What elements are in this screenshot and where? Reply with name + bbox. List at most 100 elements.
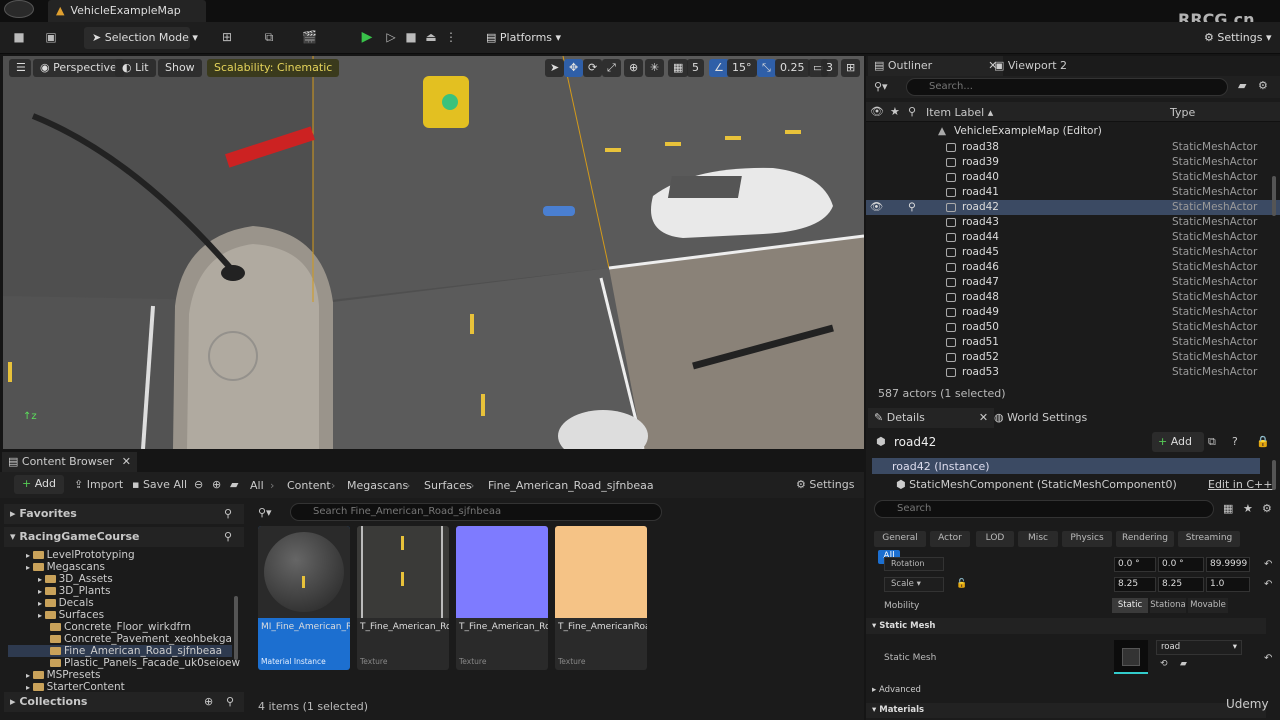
favorite-star-icon[interactable]: ★: [1243, 502, 1253, 515]
folder-tree-item[interactable]: Plastic_Panels_Facade_uk0seioew: [50, 657, 244, 669]
angle-snap-value[interactable]: 15°: [727, 59, 757, 77]
favorites-header[interactable]: ▸ Favorites ⚲: [4, 504, 244, 524]
outliner-row[interactable]: road44 StaticMeshActor: [866, 230, 1280, 245]
asset-search-input[interactable]: Search Fine_American_Road_sjfnbeaa: [290, 503, 662, 521]
expand-icon[interactable]: ▸: [38, 599, 45, 608]
back-icon[interactable]: ⊖: [194, 478, 203, 491]
expand-icon[interactable]: ▸: [38, 611, 45, 620]
outliner-row[interactable]: road38 StaticMeshActor: [866, 140, 1280, 155]
details-scrollbar[interactable]: [1272, 460, 1276, 490]
mobility-static[interactable]: Static: [1112, 598, 1148, 613]
outliner-row[interactable]: road50 StaticMeshActor: [866, 320, 1280, 335]
outliner-row[interactable]: road51 StaticMeshActor: [866, 335, 1280, 350]
lock-icon[interactable]: 🔒: [1256, 435, 1270, 448]
instance-row[interactable]: road42 (Instance): [872, 458, 1260, 474]
settings-icon[interactable]: ⚙: [1258, 79, 1268, 92]
content-icon[interactable]: ▣: [44, 30, 58, 44]
folder-tree-item[interactable]: Fine_American_Road_sjfnbeaa: [8, 645, 232, 657]
platforms-button[interactable]: ▤ Platforms ▾: [478, 27, 562, 49]
folder-tree-item[interactable]: ▸ 3D_Plants: [38, 585, 244, 597]
expand-icon[interactable]: ▸: [26, 671, 33, 680]
more-options-icon[interactable]: ⋮: [444, 30, 458, 44]
outliner-root-row[interactable]: ▲ VehicleExampleMap (Editor): [866, 124, 1280, 139]
add-button[interactable]: + Add: [14, 475, 65, 494]
blueprint-icon[interactable]: ⧉: [262, 30, 276, 44]
expand-icon[interactable]: ▸: [38, 587, 45, 596]
add-collection-icon[interactable]: ⊕: [204, 695, 213, 708]
translate-tool-icon[interactable]: ✥: [564, 59, 584, 77]
gear-icon[interactable]: ⚙: [1262, 502, 1272, 515]
camera-speed-value[interactable]: 3: [821, 59, 838, 77]
viewport2-tab[interactable]: ▣ Viewport 2: [988, 56, 1073, 76]
reset-icon[interactable]: ↶: [1264, 559, 1272, 570]
type-header[interactable]: Type: [1170, 106, 1195, 119]
level-tab[interactable]: ▲ VehicleExampleMap: [48, 0, 206, 22]
import-button[interactable]: ⇪ Import: [74, 478, 123, 491]
collections-header[interactable]: ▸ Collections ⊕ ⚲: [4, 692, 244, 712]
rotation-x[interactable]: 0.0 °: [1114, 557, 1156, 572]
outliner-row[interactable]: road43 StaticMeshActor: [866, 215, 1280, 230]
expand-icon[interactable]: ▸: [26, 563, 33, 572]
folder-tree-item[interactable]: Concrete_Floor_wirkdfrn: [50, 621, 244, 633]
eject-icon[interactable]: ⏏: [424, 30, 438, 44]
outliner-row[interactable]: road47 StaticMeshActor: [866, 275, 1280, 290]
outliner-row[interactable]: road45 StaticMeshActor: [866, 245, 1280, 260]
breadcrumb-megascans[interactable]: Megascans: [347, 479, 408, 492]
pin-icon[interactable]: ⚲: [908, 105, 916, 118]
browse-icon[interactable]: ▰: [1180, 659, 1187, 669]
scale-snap-icon[interactable]: ⤡: [757, 59, 776, 77]
lit-button[interactable]: ◐ Lit: [115, 59, 156, 77]
show-button[interactable]: Show: [158, 59, 202, 77]
rotation-dropdown[interactable]: Rotation: [884, 557, 944, 571]
category-tab[interactable]: LOD: [976, 531, 1014, 547]
use-selected-icon[interactable]: ⟲: [1160, 659, 1168, 669]
level-viewport[interactable]: ☰ ◉ Perspective ◐ Lit Show Scalability: …: [3, 56, 864, 449]
world-settings-tab[interactable]: ◍ World Settings: [988, 408, 1093, 428]
unlock-icon[interactable]: 🔓: [956, 579, 967, 589]
edit-cpp-link[interactable]: Edit in C++: [1208, 478, 1272, 491]
close-icon[interactable]: ✕: [979, 411, 988, 424]
scale-y[interactable]: 8.25: [1158, 577, 1204, 592]
forward-icon[interactable]: ⊕: [212, 478, 221, 491]
scale-snap-value[interactable]: 0.25: [775, 59, 810, 77]
mobility-stationary[interactable]: Stationa: [1150, 598, 1186, 613]
search-icon[interactable]: ⚲: [224, 530, 232, 543]
reset-icon[interactable]: ↶: [1264, 579, 1272, 590]
breadcrumb-content[interactable]: Content: [287, 479, 331, 492]
visibility-icon[interactable]: 👁: [870, 105, 884, 118]
folder-tree-item[interactable]: ▸ MSPresets: [26, 669, 244, 681]
rotate-tool-icon[interactable]: ⟳: [583, 59, 603, 77]
save-all-button[interactable]: ▪ Save All: [132, 478, 187, 491]
section-materials[interactable]: ▾ Materials: [866, 703, 1266, 718]
outliner-row[interactable]: road40 StaticMeshActor: [866, 170, 1280, 185]
project-header[interactable]: ▾ RacingGameCourse ⚲: [4, 527, 244, 547]
outliner-row[interactable]: road48 StaticMeshActor: [866, 290, 1280, 305]
add-folder-icon[interactable]: ▰: [1238, 79, 1246, 92]
stop-icon[interactable]: ■: [404, 30, 418, 44]
add-actor-icon[interactable]: ⊞: [220, 30, 234, 44]
folder-tree-item[interactable]: ▸ 3D_Assets: [38, 573, 244, 585]
breadcrumb-all[interactable]: All: [250, 479, 264, 492]
expand-icon[interactable]: ▸: [38, 575, 45, 584]
blueprint-icon[interactable]: ⧉: [1208, 435, 1216, 449]
category-tab[interactable]: Streaming: [1178, 531, 1240, 547]
outliner-tab[interactable]: ▤ Outliner ✕: [868, 56, 1004, 76]
outliner-search-input[interactable]: Search...: [906, 78, 1228, 96]
filter-icon[interactable]: ⚲▾: [874, 80, 888, 93]
asset-tile[interactable]: T_Fine_AmericanRoad_sjfnbeaa_4K_ORDp Text…: [555, 526, 647, 670]
category-tab[interactable]: Actor: [930, 531, 970, 547]
close-icon[interactable]: ✕: [122, 455, 131, 468]
step-icon[interactable]: ▷: [384, 30, 398, 44]
scale-dropdown[interactable]: Scale ▾: [884, 577, 944, 592]
scale-tool-icon[interactable]: ⤢: [602, 59, 621, 77]
settings-button[interactable]: ⚙ Settings ▾: [1196, 27, 1272, 49]
outliner-row[interactable]: road49 StaticMeshActor: [866, 305, 1280, 320]
folder-tree-item[interactable]: Concrete_Pavement_xeohbekga: [50, 633, 244, 645]
outliner-row[interactable]: road46 StaticMeshActor: [866, 260, 1280, 275]
maximize-viewport-icon[interactable]: ⊞: [841, 59, 861, 77]
reset-icon[interactable]: ↶: [1264, 653, 1272, 664]
scale-z[interactable]: 1.0: [1206, 577, 1250, 592]
asset-tile[interactable]: MI_Fine_American_Road_sjfnbeaa_4K Materia…: [258, 526, 350, 670]
play-icon[interactable]: ▶: [360, 30, 374, 44]
section-static-mesh[interactable]: ▾ Static Mesh: [866, 618, 1266, 634]
